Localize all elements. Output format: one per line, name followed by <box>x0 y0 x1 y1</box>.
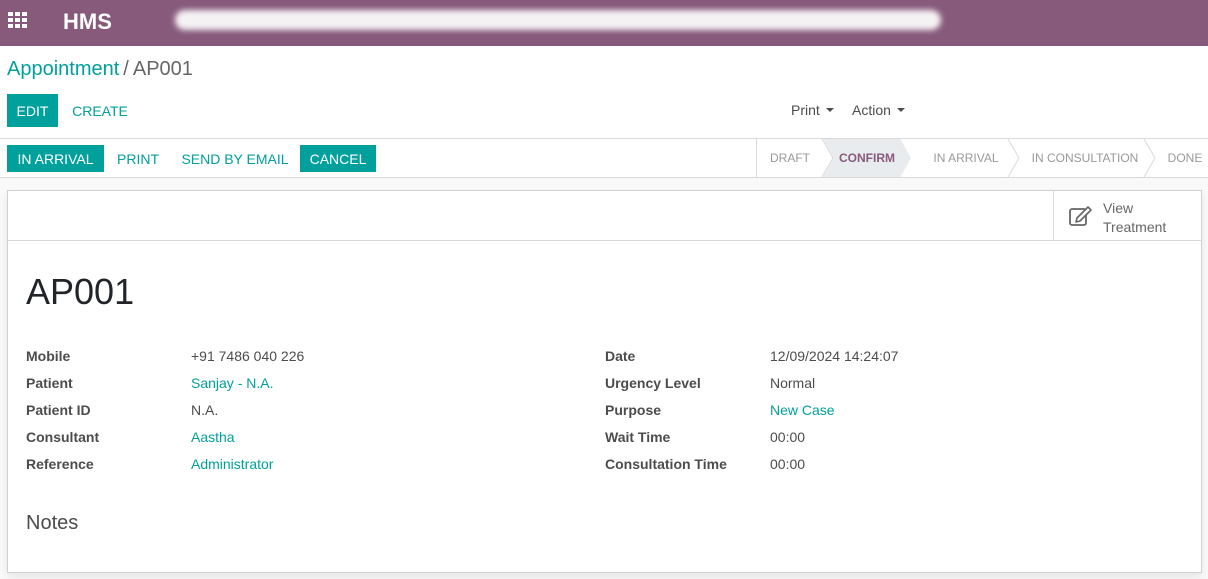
purpose-link[interactable]: New Case <box>770 402 835 418</box>
grid-icon[interactable] <box>8 12 28 28</box>
wait-time-label: Wait Time <box>605 429 671 445</box>
action-dropdown[interactable]: Action <box>852 102 905 118</box>
consultation-time-label: Consultation Time <box>605 456 727 472</box>
redacted-menu <box>175 10 941 30</box>
breadcrumb-current: AP001 <box>132 58 193 80</box>
breadcrumb-separator: / <box>123 58 129 80</box>
create-button[interactable]: CREATE <box>66 94 134 127</box>
app-title[interactable]: HMS <box>63 9 112 35</box>
send-by-email-button[interactable]: SEND BY EMAIL <box>176 145 294 172</box>
patient-label: Patient <box>26 375 73 391</box>
patient-id-label: Patient ID <box>26 402 91 418</box>
date-value: 12/09/2024 14:24:07 <box>770 348 899 364</box>
view-treatment-button[interactable]: View Treatment <box>1053 191 1201 240</box>
stage-in-arrival[interactable]: IN ARRIVAL <box>917 139 1015 177</box>
stage-draft[interactable]: DRAFT <box>757 139 823 177</box>
view-treatment-line1: View <box>1103 200 1134 216</box>
top-navbar: HMS <box>0 0 1208 46</box>
stage-confirm[interactable]: CONFIRM <box>823 139 911 177</box>
caret-down-icon <box>825 108 834 112</box>
stage-done[interactable]: DONE <box>1161 139 1208 177</box>
status-stages: DRAFT CONFIRM IN ARRIVAL IN CONSULTATION… <box>756 139 1208 177</box>
purpose-label: Purpose <box>605 402 662 418</box>
edit-icon <box>1069 206 1092 226</box>
print-dropdown[interactable]: Print <box>791 102 834 118</box>
view-treatment-line2: Treatment <box>1103 219 1167 235</box>
form-sheet: View Treatment AP001 Mobile +91 7486 040… <box>7 190 1202 573</box>
record-title: AP001 <box>26 271 135 312</box>
date-label: Date <box>605 348 636 364</box>
cancel-button[interactable]: CANCEL <box>300 145 376 172</box>
notes-heading: Notes <box>26 512 79 534</box>
mobile-label: Mobile <box>26 348 71 364</box>
urgency-level-label: Urgency Level <box>605 375 701 391</box>
urgency-level-value: Normal <box>770 375 816 391</box>
control-panel: Appointment / AP001 EDIT CREATE Print Acti… <box>0 46 1208 139</box>
consultation-time-value: 00:00 <box>770 456 806 472</box>
edit-button[interactable]: EDIT <box>7 94 58 127</box>
action-dropdown-label: Action <box>852 102 891 118</box>
stage-arrow-icon <box>1143 139 1156 177</box>
patient-link[interactable]: Sanjay - N.A. <box>191 375 273 391</box>
form-statusbar: IN ARRIVAL PRINT SEND BY EMAIL CANCEL DR… <box>0 139 1208 178</box>
breadcrumb: Appointment / AP001 <box>7 58 193 81</box>
caret-down-icon <box>896 108 905 112</box>
in-arrival-button[interactable]: IN ARRIVAL <box>7 145 104 172</box>
print-button[interactable]: PRINT <box>110 145 166 172</box>
mobile-value: +91 7486 040 226 <box>191 348 305 364</box>
consultant-label: Consultant <box>26 429 100 445</box>
wait-time-value: 00:00 <box>770 429 806 445</box>
stage-in-consultation[interactable]: IN CONSULTATION <box>1021 139 1149 177</box>
stage-arrow-icon <box>1007 139 1020 177</box>
button-box: View Treatment <box>8 191 1201 241</box>
breadcrumb-appointment-link[interactable]: Appointment <box>7 58 119 80</box>
reference-link[interactable]: Administrator <box>191 456 273 472</box>
patient-id-value: N.A. <box>191 402 219 418</box>
reference-label: Reference <box>26 456 94 472</box>
consultant-link[interactable]: Aastha <box>191 429 235 445</box>
view-treatment-label: View Treatment <box>1103 199 1193 237</box>
print-dropdown-label: Print <box>791 102 820 118</box>
